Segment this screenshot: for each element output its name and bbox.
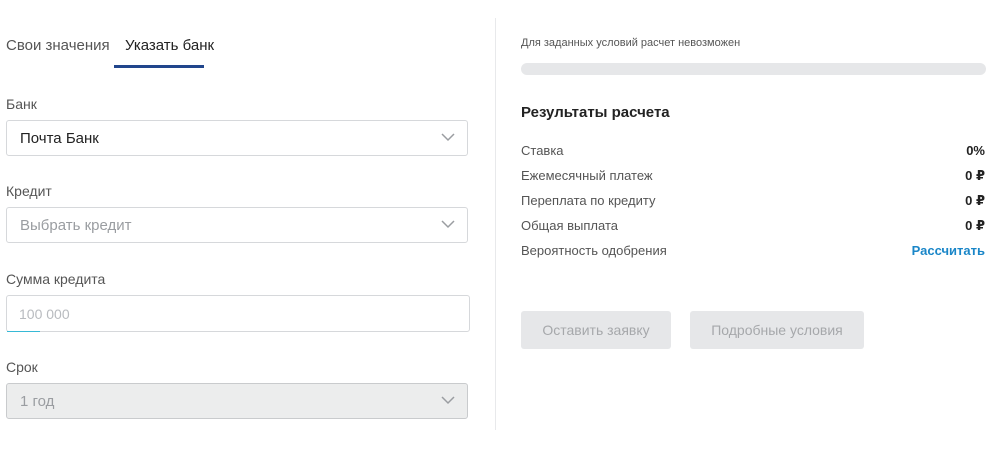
credit-select-placeholder: Выбрать кредит [20, 216, 132, 234]
credit-label: Кредит [6, 183, 52, 199]
term-select-value: 1 год [20, 392, 55, 410]
chevron-down-icon [441, 133, 455, 142]
bank-label: Банк [6, 96, 37, 112]
result-value: 0% [966, 143, 985, 158]
result-row-approval-probability: Вероятность одобрения Рассчитать [521, 243, 985, 261]
result-value: 0 ₽ [965, 193, 985, 208]
result-label: Ставка [521, 143, 564, 158]
bank-select[interactable]: Почта Банк [6, 120, 468, 156]
result-row-rate: Ставка 0% [521, 143, 985, 161]
result-value: 0 ₽ [965, 218, 985, 233]
results-title: Результаты расчета [521, 104, 670, 121]
result-label: Общая выплата [521, 218, 618, 233]
amount-input[interactable] [6, 295, 470, 332]
term-select[interactable]: 1 год [6, 383, 468, 419]
result-row-monthly-payment: Ежемесячный платеж 0 ₽ [521, 168, 985, 186]
panel-divider [495, 18, 496, 430]
result-row-total-payment: Общая выплата 0 ₽ [521, 218, 985, 236]
detailed-conditions-button[interactable]: Подробные условия [690, 311, 864, 349]
calculation-progress-bar [521, 63, 986, 75]
result-row-overpayment: Переплата по кредиту 0 ₽ [521, 193, 985, 211]
chevron-down-icon [441, 220, 455, 229]
tab-own-values[interactable]: Свои значения [6, 37, 110, 54]
bank-select-value: Почта Банк [20, 129, 99, 147]
tab-specify-bank[interactable]: Указать банк [125, 37, 214, 54]
result-label: Ежемесячный платеж [521, 168, 653, 183]
credit-select[interactable]: Выбрать кредит [6, 207, 468, 243]
term-label: Срок [6, 359, 38, 375]
chevron-down-icon [441, 396, 455, 405]
amount-input-focus-line [7, 331, 40, 332]
calculate-link[interactable]: Рассчитать [912, 243, 985, 258]
result-value: 0 ₽ [965, 168, 985, 183]
active-tab-indicator [114, 65, 204, 68]
amount-label: Сумма кредита [6, 271, 106, 287]
leave-application-button[interactable]: Оставить заявку [521, 311, 671, 349]
result-label: Вероятность одобрения [521, 243, 667, 258]
calculation-status: Для заданных условий расчет невозможен [521, 37, 741, 49]
result-label: Переплата по кредиту [521, 193, 656, 208]
